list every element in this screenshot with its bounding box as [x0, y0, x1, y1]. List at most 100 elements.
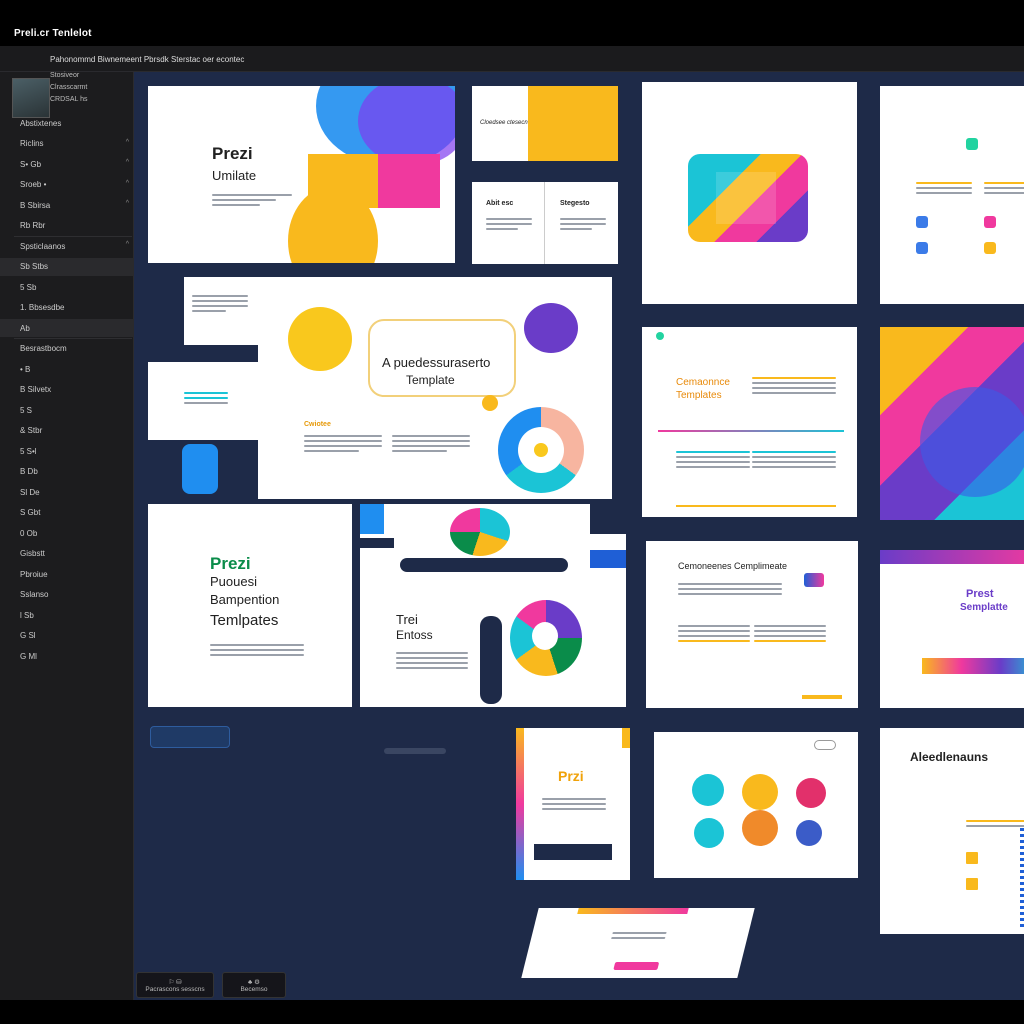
- text-lines: [676, 451, 750, 471]
- slide-title: Prest: [966, 588, 994, 600]
- sidebar-item[interactable]: 5 Sb: [0, 278, 134, 296]
- column-divider: [544, 182, 545, 264]
- zoom-pill[interactable]: [150, 726, 230, 748]
- blue-bar: [590, 550, 626, 568]
- sidebar-item-label: B Sbirsa: [20, 200, 51, 210]
- gradient-band: [922, 658, 1024, 674]
- share-label: Pacrascons sesscns: [145, 985, 205, 993]
- sidebar-item[interactable]: G Sl: [0, 627, 134, 645]
- sidebar-item[interactable]: Ab: [0, 319, 134, 337]
- sidebar-item[interactable]: B Db: [0, 463, 134, 481]
- sidebar-item-label: Pbroiue: [20, 569, 48, 579]
- slide-title: Cemoneenes Cemplimeate: [678, 561, 788, 571]
- sidebar-item-label: Gisbstt: [20, 549, 45, 558]
- blue-icon: [796, 820, 822, 846]
- sidebar-item[interactable]: • B: [0, 360, 134, 378]
- frame-window: [716, 172, 776, 224]
- chevron-icon[interactable]: ^: [126, 200, 129, 207]
- text-lines: [396, 652, 468, 672]
- slide-abstract-color[interactable]: [880, 327, 1024, 520]
- sidebar-item[interactable]: Sb Stbs: [0, 257, 134, 276]
- slide-subtitle: Semplatte: [960, 602, 1008, 613]
- sidebar-item[interactable]: Riclins ^: [0, 135, 134, 153]
- slide-two-columns[interactable]: Abit esc Stegesto: [472, 182, 618, 264]
- slide-title: A puedessuraserto: [382, 355, 491, 370]
- text-lines: [752, 451, 836, 471]
- sidebar-item[interactable]: Sroeb • ^: [0, 176, 134, 194]
- footer-line: [802, 695, 842, 699]
- present-icon: ♣ ⚙: [248, 978, 260, 986]
- text-lines: [610, 932, 667, 942]
- slide-cemoneenes[interactable]: Cemoneenes Cemplimeate: [646, 541, 858, 708]
- slide-przi[interactable]: Przi: [516, 728, 630, 880]
- sidebar-item[interactable]: Spsticlaanos ^: [0, 237, 134, 255]
- menu-text[interactable]: Pahonommd Biwnemeent Pbrsdk Sterstac oer…: [50, 55, 244, 64]
- sidebar-item-label: 5 S•l: [20, 446, 37, 456]
- text-lines: [754, 625, 826, 645]
- slide-trei-entoss[interactable]: Trei Entoss: [360, 504, 626, 707]
- sidebar-item-label: Abstixtenes: [20, 118, 62, 128]
- present-button[interactable]: ♣ ⚙ Becemso: [222, 972, 286, 998]
- sidebar-item[interactable]: B Silvetx: [0, 381, 134, 399]
- slide-colorful-frame[interactable]: [642, 82, 857, 304]
- slide-process-template[interactable]: A puedessuraserto Template Cwiotee: [258, 277, 612, 499]
- sidebar-item[interactable]: Abstixtenes: [0, 114, 134, 132]
- slide-aleedlenauns[interactable]: Aleedlenauns: [880, 728, 1024, 934]
- slide-icon-grid[interactable]: [654, 732, 858, 878]
- mini-slide[interactable]: [184, 277, 259, 345]
- sidebar: Stosiveor Clrasscarmt CRDSAL hs Abstixte…: [0, 72, 134, 1000]
- sidebar-item[interactable]: & Stbr: [0, 422, 134, 440]
- slide-cemaonnce[interactable]: Cemaonnce Templates: [642, 327, 857, 517]
- sidebar-item[interactable]: 0 Ob: [0, 524, 134, 542]
- sidebar-item[interactable]: Pbroiue: [0, 565, 134, 583]
- column-right-title: Stegesto: [560, 200, 590, 207]
- dark-footer: [534, 844, 612, 860]
- text-lines: [212, 194, 292, 209]
- sidebar-item[interactable]: Besrastbocm: [0, 340, 134, 358]
- sidebar-item[interactable]: 5 S: [0, 401, 134, 419]
- template-canvas[interactable]: Prezi Umilate Cloedsee ctesecn Abit esc …: [134, 72, 1024, 1000]
- color-tag: [804, 573, 824, 587]
- sidebar-item[interactable]: Gisbstt: [0, 545, 134, 563]
- chevron-icon[interactable]: ^: [126, 180, 129, 187]
- slide-title: Cemaonnce: [676, 377, 730, 388]
- share-button[interactable]: ⚐ ⛁ Pacrascons sesscns: [136, 972, 214, 998]
- chevron-icon[interactable]: ^: [126, 241, 129, 248]
- sidebar-item[interactable]: S Gbt: [0, 504, 134, 522]
- text-lines: [678, 625, 750, 645]
- sidebar-item[interactable]: Rb Rbr: [0, 217, 134, 235]
- chevron-icon[interactable]: ^: [126, 139, 129, 146]
- share-icon: ⚐ ⛁: [168, 978, 182, 986]
- sidebar-item-label: • B: [20, 364, 31, 374]
- chevron-icon[interactable]: ^: [126, 159, 129, 166]
- slider-track[interactable]: [384, 748, 446, 754]
- sidebar-item[interactable]: l Sb: [0, 606, 134, 624]
- sidebar-item[interactable]: 1. Bbsesdbe: [0, 299, 134, 317]
- orange-icon: [742, 810, 778, 846]
- slide-prest-semplatte[interactable]: Prest Semplatte: [880, 550, 1024, 708]
- sidebar-item[interactable]: B Sbirsa ^: [0, 196, 134, 214]
- blue-corner: [360, 504, 384, 534]
- slide-icon-list[interactable]: [880, 86, 1024, 304]
- green-dot: [656, 332, 664, 340]
- sidebar-item-label: 5 S: [20, 405, 33, 415]
- slide-prezi-umilate[interactable]: Prezi Umilate: [148, 86, 455, 263]
- sidebar-item[interactable]: S• Gb ^: [0, 155, 134, 173]
- slide-tilted[interactable]: [521, 908, 755, 978]
- sidebar-item[interactable]: G Ml: [0, 647, 134, 665]
- mini-slide-blue[interactable]: [148, 362, 258, 440]
- section-label: Cwiotee: [304, 421, 331, 428]
- slide-yellow-header[interactable]: Cloedsee ctesecn: [472, 86, 618, 161]
- present-label: Becemso: [240, 985, 268, 993]
- sidebar-item[interactable]: Sl De: [0, 483, 134, 501]
- slide-prezi-templates[interactable]: Prezi Puouesi Bampention Temlpates: [148, 504, 352, 707]
- sidebar-item-label: G Sl: [20, 631, 36, 640]
- blue-shape: [182, 444, 218, 494]
- sidebar-item[interactable]: 5 S•l: [0, 442, 134, 460]
- slide-title: Prezi: [212, 144, 253, 163]
- dark-bar: [400, 558, 568, 572]
- presentation-thumbnail[interactable]: [12, 78, 50, 118]
- sidebar-item[interactable]: Sslanso: [0, 586, 134, 604]
- sidebar-item-label: Sl De: [20, 487, 40, 497]
- cloud-icon: [814, 740, 836, 750]
